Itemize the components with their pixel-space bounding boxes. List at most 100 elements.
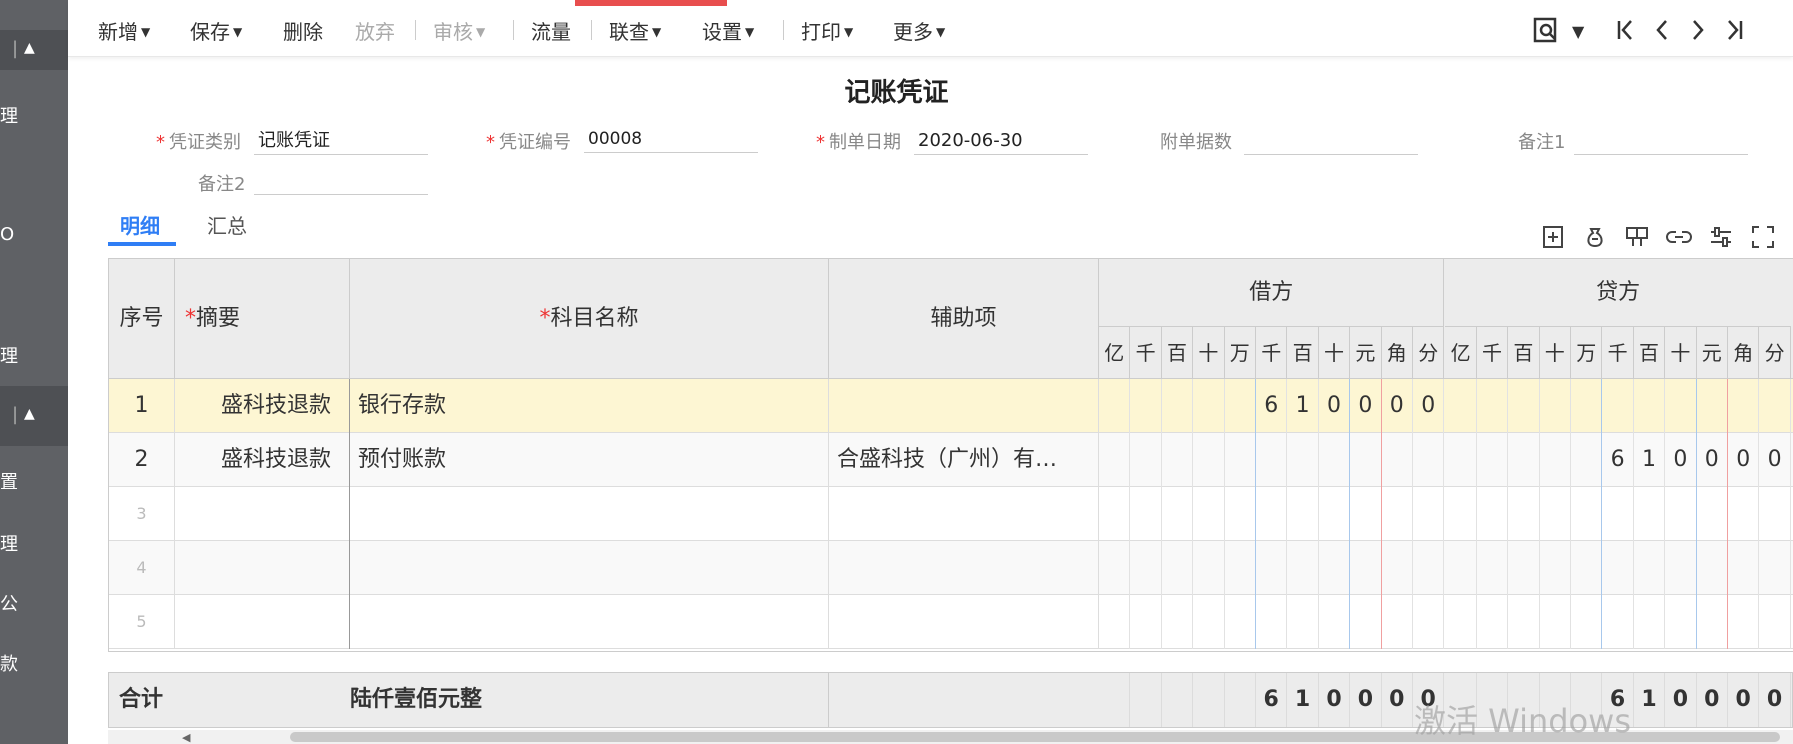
credit-digit-cell[interactable] (1540, 541, 1571, 595)
debit-digit-cell[interactable] (1130, 595, 1162, 649)
debit-digit-cell[interactable] (1287, 595, 1319, 649)
debit-digit-cell[interactable] (1319, 433, 1351, 487)
debit-digit-cell[interactable] (1162, 487, 1194, 541)
debit-digit-cell[interactable] (1256, 541, 1288, 595)
debit-digit-cell[interactable] (1130, 379, 1162, 433)
debit-digit-cell[interactable] (1413, 541, 1445, 595)
credit-digit-cell[interactable] (1665, 487, 1697, 541)
link-icon[interactable] (1666, 224, 1692, 256)
debit-digit-cell[interactable] (1225, 487, 1256, 541)
row-auxiliary-cell[interactable] (829, 595, 1099, 649)
debit-digit-cell[interactable] (1287, 487, 1319, 541)
row-auxiliary-cell[interactable] (829, 541, 1099, 595)
debit-digit-cell[interactable] (1350, 433, 1382, 487)
debit-digit-cell[interactable] (1413, 487, 1445, 541)
credit-digit-cell[interactable] (1508, 595, 1540, 649)
debit-digit-cell[interactable] (1256, 595, 1288, 649)
fullscreen-icon[interactable] (1750, 224, 1776, 256)
save-button[interactable]: 保存 ▼ (190, 16, 242, 45)
debit-digit-cell[interactable] (1193, 487, 1225, 541)
debit-digit-cell[interactable] (1413, 433, 1445, 487)
credit-digit-cell[interactable] (1759, 487, 1791, 541)
credit-digit-cell[interactable]: 6 (1602, 433, 1634, 487)
chevron-up-icon[interactable]: ▲ (24, 40, 35, 56)
row-summary-cell[interactable] (175, 541, 350, 595)
sidebar-item-3[interactable]: 理 (0, 342, 18, 368)
debit-digit-cell[interactable] (1130, 433, 1162, 487)
debit-digit-cell[interactable] (1193, 379, 1225, 433)
debit-digit-cell[interactable]: 6 (1256, 379, 1288, 433)
row-auxiliary-cell[interactable] (829, 487, 1099, 541)
insert-row-icon[interactable] (1540, 224, 1566, 256)
credit-digit-cell[interactable] (1634, 595, 1666, 649)
credit-digit-cell[interactable] (1508, 541, 1540, 595)
debit-digit-cell[interactable] (1162, 595, 1194, 649)
debit-digit-cell[interactable] (1193, 595, 1225, 649)
credit-digit-cell[interactable] (1759, 595, 1791, 649)
debit-digit-cell[interactable] (1130, 541, 1162, 595)
credit-digit-cell[interactable]: 0 (1728, 433, 1760, 487)
credit-digit-cell[interactable] (1602, 379, 1634, 433)
delete-button[interactable]: 删除 (283, 16, 323, 45)
debit-digit-cell[interactable]: 1 (1287, 379, 1319, 433)
credit-digit-cell[interactable] (1665, 595, 1697, 649)
voucher-type-field[interactable]: 记账凭证 (254, 128, 428, 155)
credit-digit-cell[interactable]: 0 (1759, 433, 1791, 487)
debit-digit-cell[interactable] (1413, 595, 1445, 649)
debit-digit-cell[interactable] (1099, 541, 1131, 595)
debit-digit-cell[interactable] (1225, 595, 1256, 649)
credit-digit-cell[interactable] (1665, 541, 1697, 595)
credit-digit-cell[interactable] (1540, 379, 1571, 433)
add-button[interactable]: 新增 ▼ (98, 16, 150, 45)
row-summary-cell[interactable] (175, 595, 350, 649)
credit-digit-cell[interactable] (1602, 487, 1634, 541)
debit-digit-cell[interactable] (1256, 487, 1288, 541)
sidebar-item-2[interactable]: O (0, 224, 14, 245)
debit-digit-cell[interactable] (1099, 595, 1131, 649)
row-account-cell[interactable] (350, 541, 829, 595)
credit-digit-cell[interactable] (1759, 541, 1791, 595)
debit-digit-cell[interactable] (1162, 433, 1194, 487)
debit-digit-cell[interactable] (1319, 595, 1351, 649)
chevron-up-icon[interactable]: ▲ (24, 406, 35, 422)
credit-digit-cell[interactable]: 0 (1665, 433, 1697, 487)
previous-record-icon[interactable] (1650, 16, 1674, 48)
debit-digit-cell[interactable] (1287, 433, 1319, 487)
row-account-cell[interactable] (350, 595, 829, 649)
credit-digit-cell[interactable] (1540, 433, 1571, 487)
sidebar-item-7[interactable]: 款 (0, 650, 18, 676)
last-record-icon[interactable] (1722, 16, 1746, 48)
flow-button[interactable]: 流量 (531, 16, 571, 45)
preview-icon[interactable] (1532, 16, 1560, 48)
credit-digit-cell[interactable] (1728, 379, 1760, 433)
money-bag-icon[interactable] (1582, 224, 1608, 256)
credit-digit-cell[interactable] (1571, 433, 1603, 487)
voucher-number-field[interactable]: 00008 (584, 126, 758, 153)
debit-digit-cell[interactable] (1099, 433, 1131, 487)
sidebar-collapse-band-2[interactable]: | ▲ (0, 386, 68, 446)
column-settings-icon[interactable] (1708, 224, 1734, 256)
credit-digit-cell[interactable] (1697, 595, 1728, 649)
credit-digit-cell[interactable] (1445, 433, 1477, 487)
tab-detail[interactable]: 明细 (120, 210, 160, 239)
credit-digit-cell[interactable] (1477, 541, 1509, 595)
debit-digit-cell[interactable] (1256, 433, 1288, 487)
credit-digit-cell[interactable] (1602, 541, 1634, 595)
chevron-down-icon[interactable]: ▼ (1572, 22, 1584, 41)
credit-digit-cell[interactable] (1634, 379, 1666, 433)
debit-digit-cell[interactable] (1193, 433, 1225, 487)
credit-digit-cell[interactable] (1697, 487, 1728, 541)
row-account-cell[interactable]: 预付账款 (350, 433, 829, 487)
row-summary-cell[interactable]: 盛科技退款 (175, 433, 350, 487)
debit-digit-cell[interactable] (1350, 541, 1382, 595)
credit-digit-cell[interactable] (1477, 487, 1509, 541)
row-account-cell[interactable]: 银行存款 (350, 379, 829, 433)
debit-digit-cell[interactable] (1162, 379, 1194, 433)
credit-digit-cell[interactable]: 0 (1697, 433, 1728, 487)
debit-digit-cell[interactable] (1350, 595, 1382, 649)
row-auxiliary-cell[interactable]: 合盛科技（广州）有… (829, 433, 1099, 487)
next-record-icon[interactable] (1686, 16, 1710, 48)
credit-digit-cell[interactable] (1634, 487, 1666, 541)
row-summary-cell[interactable]: 盛科技退款 (175, 379, 350, 433)
credit-digit-cell[interactable] (1445, 379, 1477, 433)
